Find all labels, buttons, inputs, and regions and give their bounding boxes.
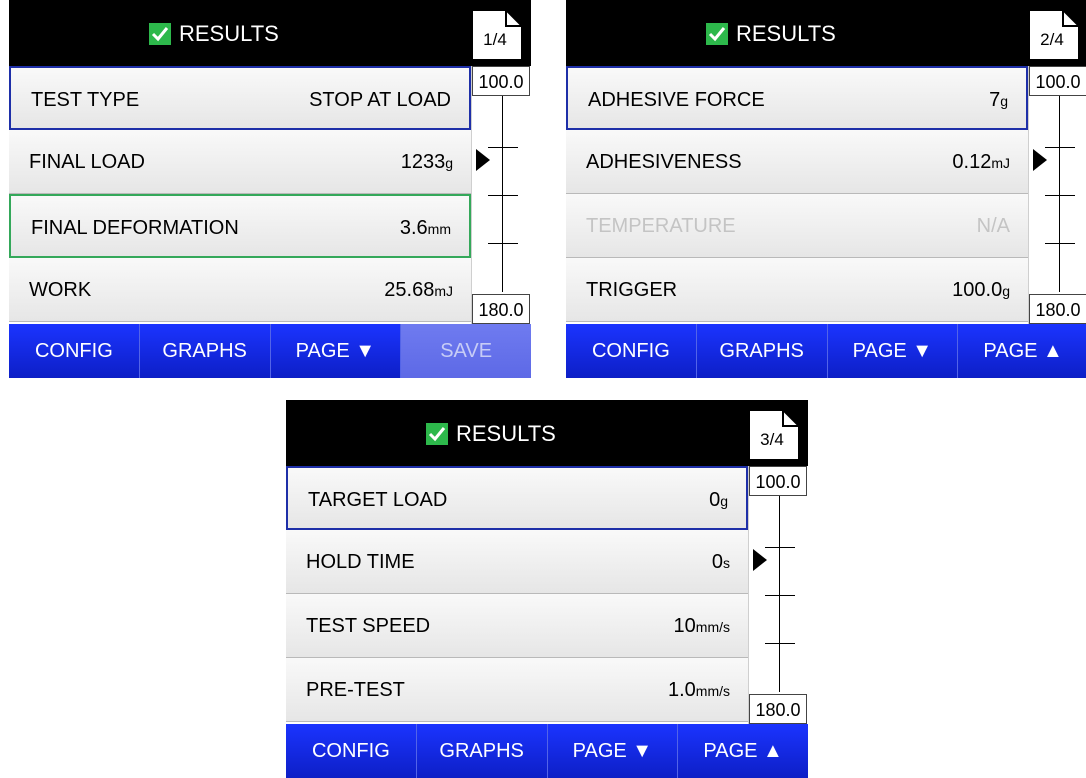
- row-test-type[interactable]: TEST TYPE STOP AT LOAD: [9, 66, 471, 130]
- row-value: 0.12mJ: [952, 151, 1010, 173]
- results-screen-3: RESULTS 3/4 TARGET LOAD 0g HOLD TIME 0s …: [286, 400, 808, 778]
- page-indicator[interactable]: 2/4: [1026, 7, 1084, 63]
- row-value: 0g: [709, 489, 728, 511]
- row-label: HOLD TIME: [306, 551, 415, 573]
- config-button[interactable]: CONFIG: [9, 324, 140, 378]
- header-title: RESULTS: [149, 21, 279, 47]
- page-up-button[interactable]: PAGE ▲: [958, 324, 1086, 378]
- row-value: 1.0mm/s: [667, 679, 730, 701]
- header-title-text: RESULTS: [456, 421, 556, 446]
- page-down-button[interactable]: PAGE ▼: [270, 324, 402, 378]
- header-bar: RESULTS 1/4: [9, 0, 531, 66]
- row-value: 1233g: [400, 151, 453, 173]
- row-label: FINAL LOAD: [29, 151, 145, 173]
- triangle-pointer-icon: [1033, 149, 1047, 171]
- checkmark-icon: [149, 23, 171, 45]
- row-value: 25.68mJ: [384, 279, 453, 301]
- scroll-bottom-label: 180.0: [472, 294, 530, 324]
- row-value: 7g: [989, 89, 1008, 111]
- row-label: ADHESIVE FORCE: [588, 89, 765, 111]
- scroll-indicator[interactable]: 100.0 180.0: [1028, 66, 1086, 324]
- graphs-button[interactable]: GRAPHS: [416, 724, 548, 778]
- header-bar: RESULTS 3/4: [286, 400, 808, 466]
- save-button[interactable]: SAVE: [401, 324, 531, 378]
- page-indicator[interactable]: 1/4: [469, 7, 527, 63]
- scroll-indicator[interactable]: 100.0 180.0: [748, 466, 808, 724]
- row-value: 100.0g: [952, 279, 1010, 301]
- row-value: 3.6mm: [399, 217, 451, 239]
- results-list: TARGET LOAD 0g HOLD TIME 0s TEST SPEED 1…: [286, 466, 748, 722]
- checkmark-icon: [706, 23, 728, 45]
- row-label: FINAL DEFORMATION: [31, 217, 239, 239]
- row-label: TEST TYPE: [31, 89, 140, 111]
- row-hold-time[interactable]: HOLD TIME 0s: [286, 530, 748, 594]
- page-down-button[interactable]: PAGE ▼: [547, 724, 679, 778]
- scroll-indicator[interactable]: 100.0 180.0: [471, 66, 531, 324]
- scroll-tick: [765, 643, 795, 644]
- row-value: STOP AT LOAD: [309, 89, 451, 111]
- scroll-bottom-label: 180.0: [749, 694, 807, 724]
- graphs-button[interactable]: GRAPHS: [696, 324, 828, 378]
- row-value: N/A: [976, 215, 1010, 237]
- row-work[interactable]: WORK 25.68mJ: [9, 258, 471, 322]
- triangle-pointer-icon: [476, 149, 490, 171]
- scroll-tick: [765, 547, 795, 548]
- config-button[interactable]: CONFIG: [566, 324, 697, 378]
- scroll-tick: [488, 243, 518, 244]
- scroll-bottom-label: 180.0: [1029, 294, 1086, 324]
- row-trigger[interactable]: TRIGGER 100.0g: [566, 258, 1028, 322]
- page-indicator[interactable]: 3/4: [746, 407, 804, 463]
- triangle-pointer-icon: [753, 549, 767, 571]
- page-indicator-text: 3/4: [760, 430, 784, 449]
- footer-toolbar: CONFIG GRAPHS PAGE ▼ SAVE: [9, 324, 531, 378]
- header-title: RESULTS: [706, 21, 836, 47]
- header-title: RESULTS: [426, 421, 556, 447]
- row-target-load[interactable]: TARGET LOAD 0g: [286, 466, 748, 530]
- checkmark-icon: [426, 423, 448, 445]
- results-list: TEST TYPE STOP AT LOAD FINAL LOAD 1233g …: [9, 66, 471, 322]
- row-label: TEMPERATURE: [586, 215, 736, 237]
- row-label: TRIGGER: [586, 279, 678, 301]
- scroll-tick: [1045, 243, 1075, 244]
- scroll-top-label: 100.0: [1029, 66, 1086, 96]
- results-list: ADHESIVE FORCE 7g ADHESIVENESS 0.12mJ TE…: [566, 66, 1028, 322]
- results-screen-1: RESULTS 1/4 TEST TYPE STOP AT LOAD FINAL…: [9, 0, 531, 378]
- row-label: PRE-TEST: [306, 679, 405, 701]
- row-final-load[interactable]: FINAL LOAD 1233g: [9, 130, 471, 194]
- row-label: TARGET LOAD: [308, 489, 448, 511]
- page-up-button[interactable]: PAGE ▲: [678, 724, 808, 778]
- header-bar: RESULTS 2/4: [566, 0, 1086, 66]
- scroll-tick: [1045, 195, 1075, 196]
- scroll-top-label: 100.0: [749, 466, 807, 496]
- row-test-speed[interactable]: TEST SPEED 10mm/s: [286, 594, 748, 658]
- scroll-tick: [488, 195, 518, 196]
- page-indicator-text: 1/4: [483, 30, 507, 49]
- row-adhesive-force[interactable]: ADHESIVE FORCE 7g: [566, 66, 1028, 130]
- row-temperature: TEMPERATURE N/A: [566, 194, 1028, 258]
- scroll-track: [502, 96, 503, 292]
- footer-toolbar: CONFIG GRAPHS PAGE ▼ PAGE ▲: [566, 324, 1086, 378]
- config-button[interactable]: CONFIG: [286, 724, 417, 778]
- row-final-deformation[interactable]: FINAL DEFORMATION 3.6mm: [9, 194, 471, 258]
- footer-toolbar: CONFIG GRAPHS PAGE ▼ PAGE ▲: [286, 724, 808, 778]
- row-label: TEST SPEED: [306, 615, 431, 637]
- row-value: 0s: [711, 551, 730, 573]
- scroll-tick: [488, 147, 518, 148]
- page-down-button[interactable]: PAGE ▼: [827, 324, 959, 378]
- scroll-track: [779, 496, 780, 692]
- scroll-top-label: 100.0: [472, 66, 530, 96]
- graphs-button[interactable]: GRAPHS: [139, 324, 271, 378]
- row-adhesiveness[interactable]: ADHESIVENESS 0.12mJ: [566, 130, 1028, 194]
- header-title-text: RESULTS: [179, 21, 279, 46]
- row-label: ADHESIVENESS: [586, 151, 742, 173]
- scroll-tick: [1045, 147, 1075, 148]
- row-pre-test[interactable]: PRE-TEST 1.0mm/s: [286, 658, 748, 722]
- row-label: WORK: [29, 279, 92, 301]
- results-screen-2: RESULTS 2/4 ADHESIVE FORCE 7g ADHESIVENE…: [566, 0, 1086, 378]
- header-title-text: RESULTS: [736, 21, 836, 46]
- row-value: 10mm/s: [673, 615, 730, 637]
- scroll-tick: [765, 595, 795, 596]
- page-indicator-text: 2/4: [1040, 30, 1064, 49]
- scroll-track: [1059, 96, 1060, 292]
